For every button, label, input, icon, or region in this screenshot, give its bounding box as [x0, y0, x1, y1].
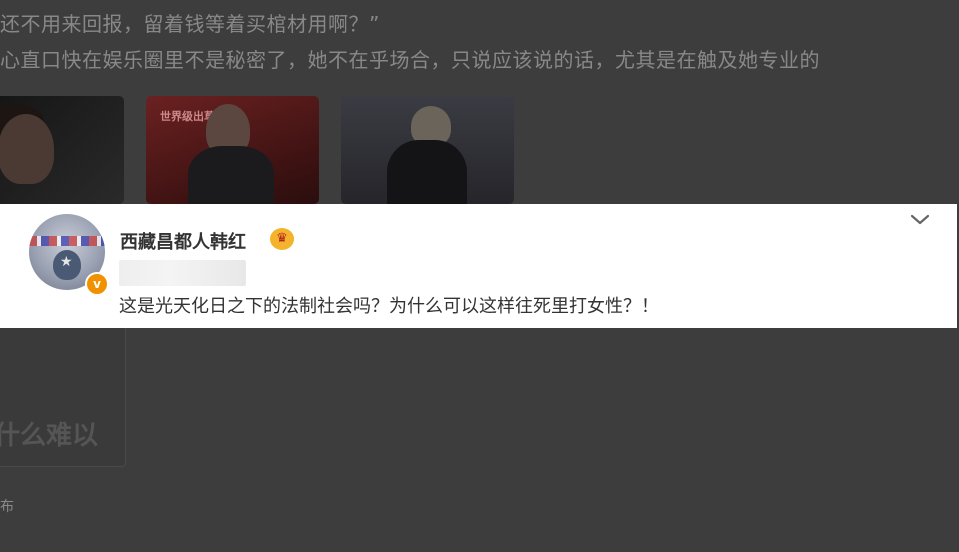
blurred-timestamp [119, 260, 246, 286]
comment-text: 这是光天化日之下的法制社会吗？为什么可以这样往死里打女性？！ [119, 296, 659, 317]
crown-icon: ♛ [270, 228, 294, 250]
image-thumbnail-1[interactable] [0, 96, 124, 204]
background-text-line-2: 心直口快在娱乐圈里不是秘密了，她不在乎场合，只说应该说的话，尤其是在触及她专业的 [0, 48, 820, 72]
verified-badge-icon: v [85, 272, 109, 296]
background-card-text: 什么难以 [0, 421, 99, 451]
chevron-down-icon[interactable] [906, 206, 934, 234]
avatar[interactable]: ★ v [29, 214, 109, 296]
comment-card: ★ v 西藏昌都人韩红 ♛ 这是光天化日之下的法制社会吗？为什么可以这样往死里打… [0, 204, 957, 328]
background-bottom-text: 布 [0, 499, 14, 515]
image-thumbnail-3[interactable] [341, 96, 514, 204]
username[interactable]: 西藏昌都人韩红 [120, 228, 246, 254]
image-thumbnail-2[interactable]: 世界级出草人士 [146, 96, 319, 204]
background-text-line-1: 还不用来回报，留着钱等着买棺材用啊？” [0, 12, 380, 36]
